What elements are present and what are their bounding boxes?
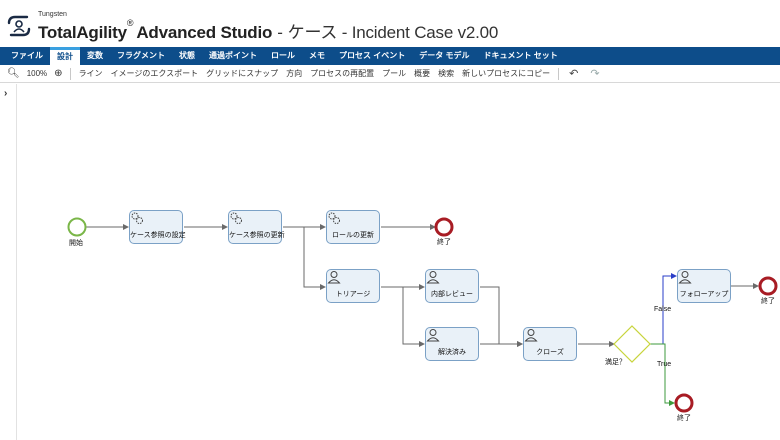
activity-internal-review[interactable]: 内部レビュー <box>425 269 479 303</box>
start-event <box>67 217 87 237</box>
true-branch-label: True <box>657 361 672 368</box>
menu-milestones[interactable]: 通過ポイント <box>202 47 264 65</box>
connector-triage-resolved <box>381 286 425 347</box>
design-toolbar: 🔍︎ 100% ⊕ ライン イメージのエクスポート グリッドにスナップ 方向 プ… <box>0 65 780 83</box>
gears-icon <box>328 212 340 224</box>
start-event-label: 開始 <box>69 240 83 247</box>
activity-label: 解決済み <box>438 349 466 356</box>
activity-close[interactable]: クローズ <box>523 327 577 361</box>
activity-update-case-ref[interactable]: ケース参照の更新 <box>228 210 285 244</box>
menu-bar: ファイル 設計 変数 フラグメント 状態 通過ポイント ロール メモ プロセス … <box>0 47 780 65</box>
title-separator: - <box>277 23 283 42</box>
end-event-role <box>434 217 454 237</box>
end-event-label: 終了 <box>437 239 451 246</box>
toolbar-divider <box>558 67 560 80</box>
end-event-label: 終了 <box>761 298 775 305</box>
menu-design[interactable]: 設計 <box>50 47 80 65</box>
redo-icon[interactable]: ↷ <box>584 67 605 80</box>
vendor-name: Tungsten <box>38 11 67 18</box>
product-name: TotalAgility <box>38 23 127 42</box>
activity-label: 内部レビュー <box>431 291 473 298</box>
case-title: ケース - Incident Case v2.00 <box>287 23 499 42</box>
toolbar-divider <box>69 67 71 80</box>
person-icon <box>678 271 692 284</box>
menu-notes[interactable]: メモ <box>302 47 332 65</box>
decision-label: 満足？ <box>605 359 626 366</box>
product-title: TotalAgility® Advanced Studio - ケース - Incid… <box>38 18 498 43</box>
activity-label: ケース参照の設定 <box>130 232 186 239</box>
gears-icon <box>230 212 242 224</box>
menu-data-model[interactable]: データ モデル <box>412 47 476 65</box>
end-event-label: 終了 <box>677 415 691 422</box>
flow-connectors <box>67 217 778 413</box>
studio-name: Advanced Studio <box>136 23 273 42</box>
menu-fragments[interactable]: フラグメント <box>110 47 172 65</box>
person-icon <box>327 271 341 284</box>
chevron-right-icon[interactable]: › <box>4 88 7 99</box>
toolbar-rearrange-process[interactable]: プロセスの再配置 <box>306 65 378 83</box>
registered-mark: ® <box>126 18 134 28</box>
left-panel: › <box>0 84 17 440</box>
undo-icon[interactable]: ↶ <box>563 67 584 80</box>
activity-label: ロールの更新 <box>332 232 374 239</box>
activity-resolved[interactable]: 解決済み <box>425 327 479 361</box>
menu-process-events[interactable]: プロセス イベント <box>332 47 412 65</box>
toolbar-search[interactable]: 検索 <box>434 65 458 83</box>
activity-update-role[interactable]: ロールの更新 <box>326 210 380 244</box>
toolbar-orientation[interactable]: 方向 <box>282 65 306 83</box>
menu-variables[interactable]: 変数 <box>80 47 110 65</box>
connector-review-close <box>480 286 523 347</box>
menu-file[interactable]: ファイル <box>4 47 50 65</box>
process-canvas[interactable]: 開始 終了 終了 終了 満足？ False True ケース参照の設定 ケース参… <box>17 84 780 440</box>
menu-document-sets[interactable]: ドキュメント セット <box>476 47 564 65</box>
person-icon <box>524 329 538 342</box>
end-event-true <box>674 393 694 413</box>
zoom-out-icon[interactable]: 🔍︎ <box>4 65 23 83</box>
zoom-in-icon[interactable]: ⊕ <box>51 65 65 83</box>
toolbar-export-image[interactable]: イメージのエクスポート <box>107 65 203 83</box>
activity-label: ケース参照の更新 <box>229 232 285 239</box>
activity-label: トリアージ <box>335 291 371 298</box>
activity-set-case-ref[interactable]: ケース参照の設定 <box>129 210 186 244</box>
false-branch-label: False <box>654 306 672 313</box>
toolbar-overview[interactable]: 概要 <box>410 65 434 83</box>
menu-roles[interactable]: ロール <box>264 47 302 65</box>
menu-states[interactable]: 状態 <box>172 47 202 65</box>
connector-true-branch <box>650 343 675 406</box>
zoom-level: 100% <box>26 68 48 78</box>
activity-triage[interactable]: トリアージ <box>326 269 380 303</box>
totalagility-logo-icon <box>7 15 31 37</box>
toolbar-pools[interactable]: プール <box>378 65 410 83</box>
activity-follow-up[interactable]: フォローアップ <box>677 269 731 303</box>
title-bar: Tungsten TotalAgility® Advanced Studio - ケー… <box>0 0 780 44</box>
toolbar-snap-to-grid[interactable]: グリッドにスナップ <box>202 65 282 83</box>
person-icon <box>426 329 440 342</box>
end-event-followup <box>758 276 778 296</box>
activity-label: クローズ <box>536 349 564 356</box>
toolbar-lines[interactable]: ライン <box>75 65 107 83</box>
gears-icon <box>131 212 143 224</box>
activity-label: フォローアップ <box>679 291 729 298</box>
toolbar-copy-to-new-process[interactable]: 新しいプロセスにコピー <box>458 65 554 83</box>
connector-updateref-triage <box>283 226 326 290</box>
person-icon <box>426 271 440 284</box>
